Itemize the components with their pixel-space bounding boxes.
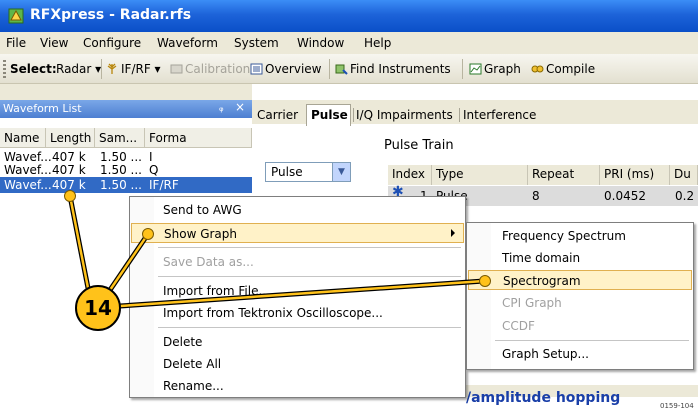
callout-pointer-dot <box>142 228 154 240</box>
callout-number: 14 <box>84 296 112 320</box>
callout-pointer-dot <box>64 190 76 202</box>
callout-pointer-dot <box>479 275 491 287</box>
figure-code: 0159-104 <box>660 402 694 410</box>
callout-lines <box>67 195 485 309</box>
